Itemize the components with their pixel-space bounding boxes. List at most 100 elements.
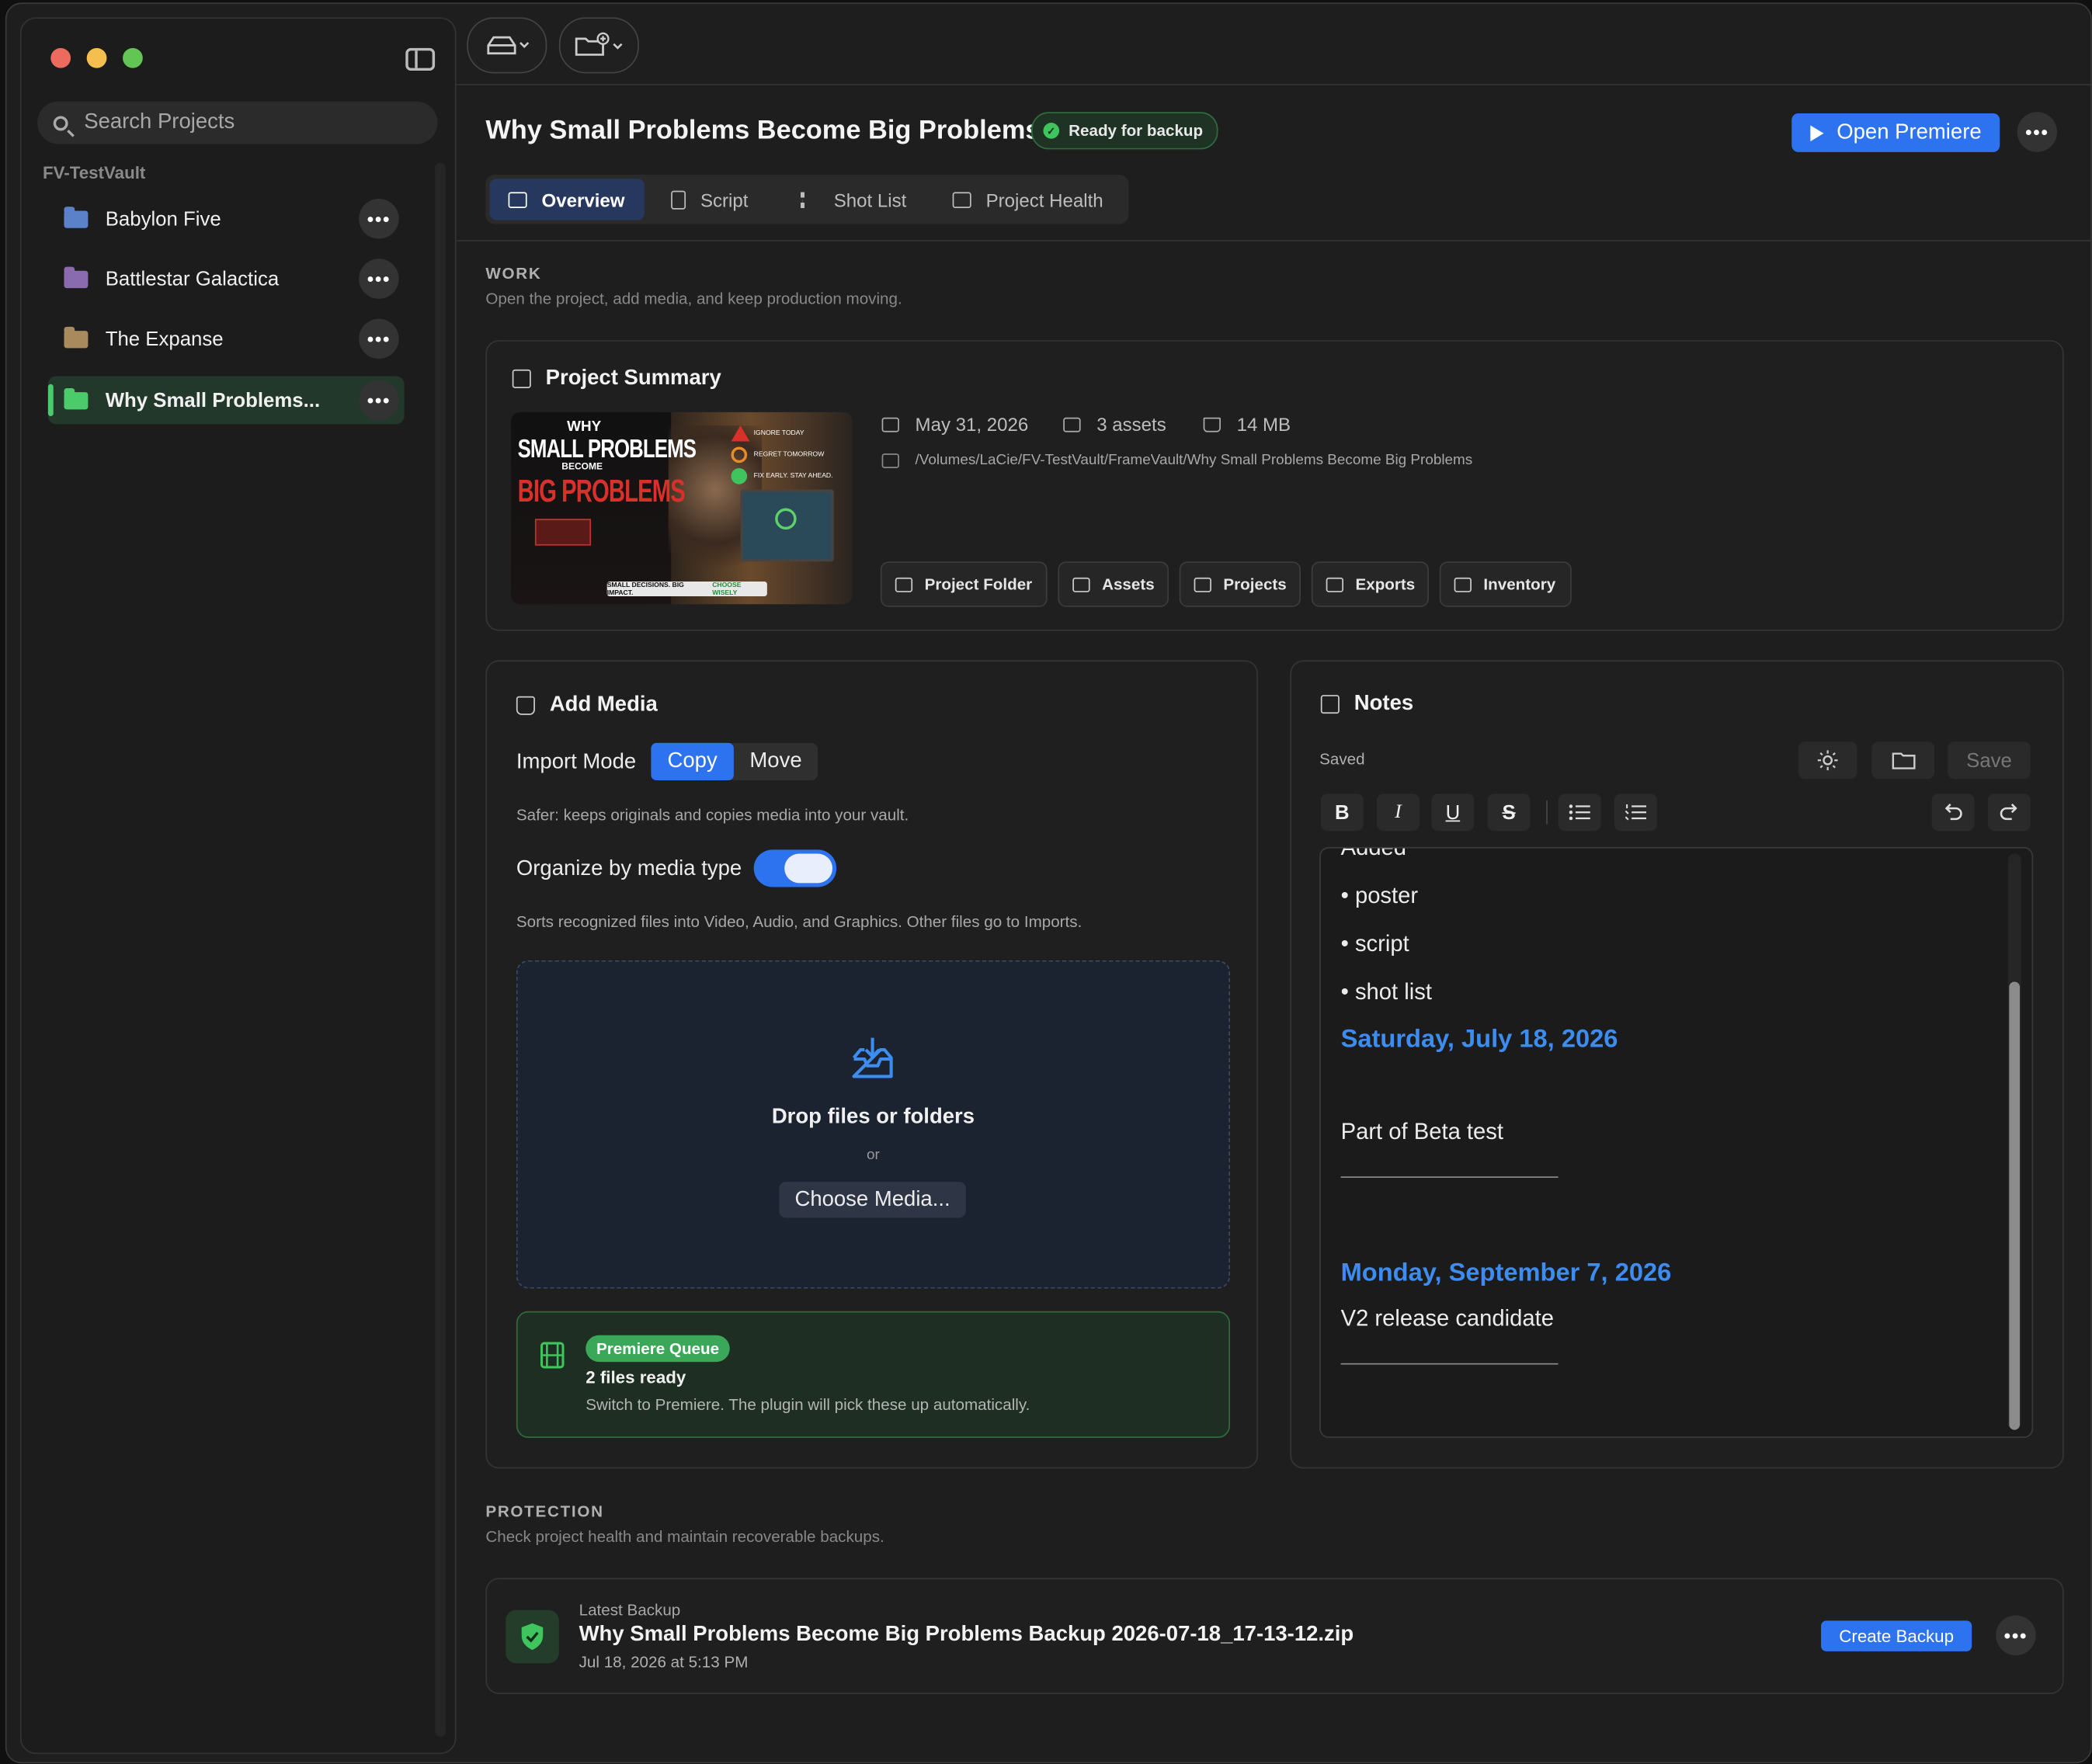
import-mode-copy[interactable]: Copy bbox=[651, 742, 734, 781]
projects-button[interactable]: Projects bbox=[1179, 561, 1301, 607]
vault-label: FV-TestVault bbox=[42, 162, 146, 183]
drop-title: Drop files or folders bbox=[771, 1106, 975, 1129]
folder-icon bbox=[64, 266, 89, 288]
thumbnail-caption: SMALL DECISIONS. BIG IMPACT. bbox=[606, 581, 684, 597]
folder-plus-icon bbox=[575, 32, 623, 56]
undo-button[interactable] bbox=[1931, 793, 1975, 832]
organize-help: Sorts recognized files into Video, Audio… bbox=[516, 912, 1082, 932]
film-icon bbox=[540, 1342, 565, 1369]
printer-icon bbox=[1194, 577, 1211, 592]
tab-label: Shot List bbox=[833, 189, 907, 210]
section-title-work: WORK bbox=[485, 264, 542, 283]
notes-bullet-text: script bbox=[1354, 931, 1409, 957]
organize-toggle[interactable] bbox=[753, 849, 837, 887]
thumbnail-text: WHY bbox=[567, 418, 602, 436]
sidebar-item-why-small-problems[interactable]: Why Small Problems... ••• bbox=[47, 376, 405, 425]
card-title: Notes bbox=[1320, 692, 1414, 717]
underline-button[interactable]: U bbox=[1431, 793, 1475, 832]
strikethrough-button[interactable]: S bbox=[1487, 793, 1531, 832]
button-label: Inventory bbox=[1483, 575, 1556, 594]
close-window-button[interactable] bbox=[50, 47, 71, 68]
choose-media-button[interactable]: Choose Media... bbox=[779, 1182, 966, 1218]
drop-zone[interactable]: Drop files or folders or Choose Media... bbox=[516, 960, 1230, 1289]
header-more-button[interactable]: ••• bbox=[2017, 112, 2058, 152]
latest-backup-label: Latest Backup bbox=[579, 1600, 681, 1620]
section-subtitle-work: Open the project, add media, and keep pr… bbox=[485, 289, 902, 308]
button-label: Exports bbox=[1355, 575, 1416, 594]
sidebar-item-label: The Expanse bbox=[105, 327, 224, 350]
assets-button[interactable]: Assets bbox=[1058, 561, 1169, 607]
project-thumbnail: WHY SMALL PROBLEMS BECOME BIG PROBLEMS I… bbox=[510, 411, 853, 605]
project-more-button[interactable]: ••• bbox=[359, 380, 399, 421]
share-icon bbox=[1326, 577, 1344, 592]
calendar-icon bbox=[881, 416, 899, 432]
notes-bullet: • shot list bbox=[1340, 979, 1432, 1005]
notes-rule bbox=[1340, 1176, 1559, 1178]
status-badge-label: Ready for backup bbox=[1069, 121, 1204, 141]
tab-shot-list[interactable]: Shot List bbox=[782, 179, 929, 220]
divider bbox=[454, 240, 2091, 241]
sidebar-scrollbar[interactable] bbox=[435, 162, 446, 1737]
sidebar: FV-TestVault Babylon Five ••• Battlestar… bbox=[19, 17, 457, 1755]
document-icon bbox=[671, 189, 686, 209]
check-icon: ✓ bbox=[1043, 123, 1060, 139]
search-input[interactable] bbox=[81, 109, 407, 137]
card-title-label: Notes bbox=[1354, 692, 1414, 715]
divider bbox=[454, 84, 2091, 85]
search-icon bbox=[53, 115, 68, 130]
open-notes-folder-button[interactable] bbox=[1871, 741, 1935, 780]
sidebar-item-battlestar-galactica[interactable]: Battlestar Galactica ••• bbox=[48, 255, 405, 303]
notes-text: V2 release candidate bbox=[1340, 1305, 1555, 1332]
photo-icon bbox=[1072, 577, 1090, 592]
project-assets-count: 3 assets bbox=[1063, 414, 1166, 435]
status-badge: ✓ Ready for backup bbox=[1031, 112, 1218, 150]
project-more-button[interactable]: ••• bbox=[359, 198, 399, 239]
folder-icon bbox=[64, 206, 89, 227]
shield-check-icon bbox=[506, 1609, 559, 1664]
notes-editor[interactable]: Added • poster • script • shot list Satu… bbox=[1319, 846, 2034, 1439]
tab-script[interactable]: Script bbox=[652, 179, 775, 220]
exports-button[interactable]: Exports bbox=[1311, 561, 1429, 607]
project-more-button[interactable]: ••• bbox=[359, 318, 399, 359]
inventory-button[interactable]: Inventory bbox=[1439, 561, 1572, 607]
folder-icon bbox=[1891, 752, 1915, 769]
card-title: Add Media bbox=[516, 693, 658, 717]
sidebar-toggle-icon[interactable] bbox=[405, 47, 436, 71]
page-title: Why Small Problems Become Big Problems bbox=[485, 116, 1041, 146]
printer-icon bbox=[512, 369, 531, 388]
project-more-button[interactable]: ••• bbox=[359, 259, 399, 299]
project-path: /Volumes/LaCie/FV-TestVault/FrameVault/W… bbox=[881, 452, 1472, 468]
app-window: FV-TestVault Babylon Five ••• Battlestar… bbox=[5, 2, 2092, 1764]
import-mode-move[interactable]: Move bbox=[734, 743, 818, 780]
italic-button[interactable]: I bbox=[1376, 793, 1420, 832]
card-title-label: Project Summary bbox=[545, 366, 721, 390]
theme-toggle-button[interactable] bbox=[1798, 741, 1857, 780]
notes-bullet: • poster bbox=[1340, 883, 1419, 908]
backup-timestamp: Jul 18, 2026 at 5:13 PM bbox=[579, 1652, 749, 1672]
project-size: 14 MB bbox=[1203, 414, 1291, 435]
save-notes-button[interactable]: Save bbox=[1948, 741, 2031, 780]
tab-overview[interactable]: Overview bbox=[489, 179, 645, 220]
minimize-window-button[interactable] bbox=[86, 47, 107, 68]
redo-button[interactable] bbox=[1987, 793, 2031, 832]
tab-project-health[interactable]: Project Health bbox=[934, 179, 1121, 220]
project-folder-button[interactable]: Project Folder bbox=[880, 561, 1048, 607]
zoom-window-button[interactable] bbox=[123, 47, 143, 68]
sidebar-item-babylon-five[interactable]: Babylon Five ••• bbox=[48, 195, 405, 243]
new-folder-menu-button[interactable] bbox=[558, 17, 639, 74]
drive-menu-button[interactable] bbox=[467, 17, 547, 74]
sidebar-item-the-expanse[interactable]: The Expanse ••• bbox=[48, 314, 405, 363]
thumbnail-text: SMALL PROBLEMS bbox=[517, 435, 697, 465]
notes-status: Saved bbox=[1319, 749, 1365, 769]
list-icon bbox=[800, 191, 819, 208]
sun-icon bbox=[1817, 750, 1838, 771]
open-premiere-button[interactable]: Open Premiere bbox=[1791, 113, 2000, 152]
backup-more-button[interactable]: ••• bbox=[1996, 1615, 2036, 1656]
notes-scrollbar[interactable] bbox=[2009, 981, 2021, 1430]
search-field[interactable] bbox=[37, 101, 438, 144]
bulleted-list-button[interactable] bbox=[1558, 793, 1601, 832]
bold-button[interactable]: B bbox=[1320, 793, 1364, 832]
redo-icon bbox=[2000, 804, 2017, 821]
numbered-list-button[interactable] bbox=[1614, 793, 1657, 832]
create-backup-button[interactable]: Create Backup bbox=[1821, 1620, 1972, 1651]
